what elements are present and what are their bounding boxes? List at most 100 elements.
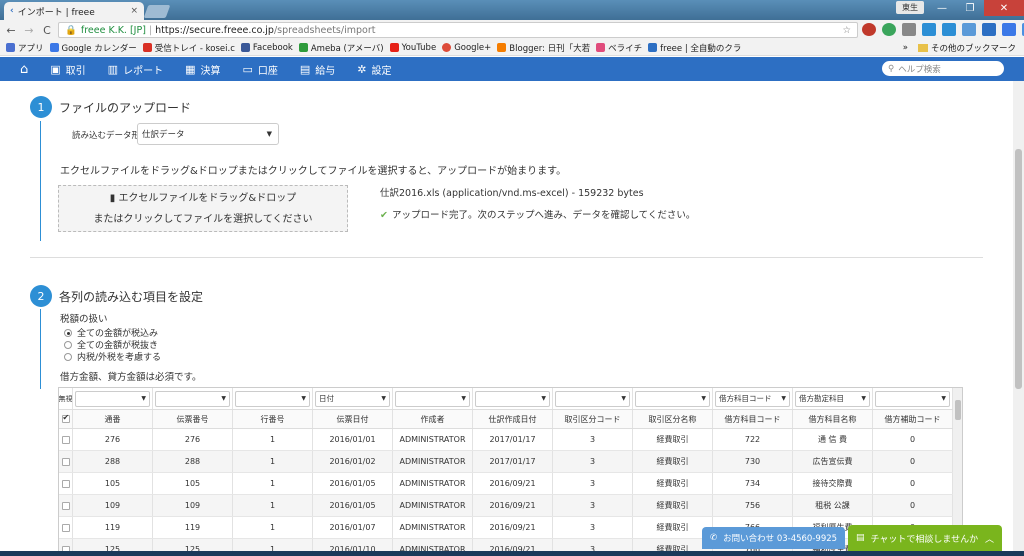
extension-icon-2[interactable] <box>882 23 896 36</box>
row-checkbox[interactable] <box>61 457 70 466</box>
select-value: 借方科目コード <box>719 394 772 403</box>
nav-item-closing[interactable]: ▦ 決算 <box>185 62 220 77</box>
column-select[interactable]: ▼ <box>75 390 150 407</box>
table-cell: 276 <box>73 429 153 450</box>
help-search-input[interactable]: ⚲ ヘルプ検索 <box>882 61 1004 76</box>
extension-icon-1[interactable] <box>862 23 876 36</box>
table-cell: ADMINISTRATOR <box>393 495 473 516</box>
url-host: https://secure.freee.co.jp <box>155 24 274 36</box>
table-row[interactable]: 288 288 1 2016/01/02 ADMINISTRATOR 2017/01/17… <box>59 451 954 473</box>
bookmark-item[interactable]: Blogger: 日刊「大若 <box>497 42 590 54</box>
row-checkbox[interactable] <box>61 501 70 510</box>
bookmark-item[interactable]: 受信トレイ - kosei.c <box>142 42 235 54</box>
bookmark-item[interactable]: Facebook <box>240 43 293 53</box>
tax-option-mixed[interactable]: 内税/外税を考慮する <box>64 350 161 363</box>
column-select[interactable]: ▼ <box>395 390 470 407</box>
select-all-checkbox[interactable] <box>61 413 70 423</box>
bookmark-label: Google+ <box>454 42 492 53</box>
page-scroll-thumb[interactable] <box>1015 149 1022 389</box>
file-dropzone[interactable]: ▮ エクセルファイルをドラッグ&ドロップ またはクリックしてファイルを選択してく… <box>58 185 348 232</box>
step-1-badge: 1 <box>30 96 52 118</box>
browser-tab[interactable]: ‹ インポート | freee × <box>4 2 144 20</box>
table-cell: 3 <box>553 473 633 494</box>
table-row[interactable]: 105 105 1 2016/01/05 ADMINISTRATOR 2016/09/21… <box>59 473 954 495</box>
table-cell: 2016/01/05 <box>313 473 393 494</box>
nav-label: 決算 <box>200 65 221 77</box>
caret-down-icon: ▼ <box>941 395 946 402</box>
table-cell: ADMINISTRATOR <box>393 517 473 538</box>
table-row[interactable]: 109 109 1 2016/01/05 ADMINISTRATOR 2016/09/21… <box>59 495 954 517</box>
grid-scroll-thumb[interactable] <box>955 400 961 420</box>
contact-button[interactable]: ✆ お問い合わせ 03-4560-9925 <box>702 527 845 549</box>
column-select[interactable]: ▼ <box>235 390 310 407</box>
column-select-cell: ▼ <box>393 388 473 409</box>
minimize-icon[interactable]: — <box>928 0 956 16</box>
profile-badge[interactable]: 東生 <box>896 1 924 14</box>
bookmark-item[interactable]: Google カレンダー <box>49 42 137 54</box>
column-select[interactable]: 借方科目コード ▼ <box>715 390 790 407</box>
maximize-icon[interactable]: ❐ <box>956 0 984 16</box>
tab-close-icon[interactable]: × <box>130 6 138 16</box>
table-row[interactable]: 276 276 1 2016/01/01 ADMINISTRATOR 2017/01/17… <box>59 429 954 451</box>
bookmark-label: ベライチ <box>608 43 643 54</box>
row-checkbox-cell <box>59 517 73 538</box>
upload-done-message: ✔ アップロード完了。次のステップへ進み、データを確認してください。 <box>380 207 695 221</box>
nav-item-settings[interactable]: ✲ 設定 <box>357 62 391 77</box>
row-checkbox[interactable] <box>61 479 70 488</box>
extension-icon-3[interactable] <box>902 23 916 36</box>
format-select[interactable]: 仕訳データ ▼ <box>137 123 279 145</box>
bookmarks-more-icon[interactable]: » <box>903 43 908 53</box>
row-checkbox-cell <box>59 429 73 450</box>
home-icon[interactable]: ⌂ <box>20 62 28 77</box>
column-header: 取引区分名称 <box>633 410 713 428</box>
column-select[interactable]: ▼ <box>155 390 230 407</box>
select-value: 借方勘定科目 <box>799 394 844 403</box>
bookmark-item[interactable]: ベライチ <box>596 42 642 54</box>
extension-icon-4[interactable] <box>922 23 936 36</box>
row-checkbox[interactable] <box>61 435 70 444</box>
column-select[interactable]: 借方勘定科目 ▼ <box>795 390 870 407</box>
table-cell: 3 <box>553 517 633 538</box>
forward-icon[interactable]: → <box>22 24 36 37</box>
table-cell: 0 <box>873 451 953 472</box>
table-cell: 0 <box>873 429 953 450</box>
new-tab-button[interactable] <box>143 5 171 18</box>
url-path: /spreadsheets/import <box>273 24 376 36</box>
nav-item-accounts[interactable]: ▭ 口座 <box>242 62 277 77</box>
reload-icon[interactable]: C <box>40 24 54 37</box>
window-close-icon[interactable]: ✕ <box>984 0 1024 16</box>
nav-item-reports[interactable]: ▥ レポート <box>108 62 163 77</box>
step-2-badge: 2 <box>30 285 52 307</box>
column-select[interactable]: ▼ <box>555 390 630 407</box>
radio-selected-icon <box>64 328 72 337</box>
bookmark-item[interactable]: アプリ <box>6 42 44 54</box>
extension-icon-5[interactable] <box>942 23 956 36</box>
caret-down-icon: ▼ <box>701 395 706 402</box>
format-select-value: 仕訳データ <box>142 130 185 140</box>
chat-icon: ▤ <box>856 533 865 543</box>
bookmark-item[interactable]: Google+ <box>442 43 491 53</box>
bookmark-label: Ameba (アメーバ) <box>310 43 384 54</box>
row-checkbox[interactable] <box>61 523 70 532</box>
column-select[interactable]: ▼ <box>635 390 710 407</box>
caret-down-icon: ▼ <box>861 395 866 402</box>
column-select[interactable]: 日付 ▼ <box>315 390 390 407</box>
column-select[interactable]: ▼ <box>475 390 550 407</box>
bookmark-item[interactable]: freee | 全自動のクラ <box>648 42 741 54</box>
column-select[interactable]: ▼ <box>875 390 950 407</box>
nav-item-transactions[interactable]: ▣ 取引 <box>50 62 85 77</box>
back-icon[interactable]: ← <box>4 24 18 37</box>
extension-icon-7[interactable] <box>982 23 996 36</box>
table-cell: 1 <box>233 473 313 494</box>
extension-icon-8[interactable] <box>1002 23 1016 36</box>
chat-button[interactable]: ▤ チャットで相談しませんか ︿ <box>848 525 1002 551</box>
extension-icon-6[interactable] <box>962 23 976 36</box>
nav-item-payroll[interactable]: ▤ 給与 <box>300 62 335 77</box>
other-bookmarks[interactable]: その他のブックマーク <box>931 42 1016 54</box>
bookmark-item[interactable]: YouTube <box>389 43 436 53</box>
bookmark-star-icon[interactable]: ☆ <box>842 25 851 36</box>
url-field[interactable]: 🔒 freee K.K. [JP] | https://secure.freee… <box>58 22 858 38</box>
page-scrollbar[interactable] <box>1013 81 1024 556</box>
bookmark-item[interactable]: Ameba (アメーバ) <box>298 42 384 54</box>
extension-icons <box>862 23 1024 36</box>
